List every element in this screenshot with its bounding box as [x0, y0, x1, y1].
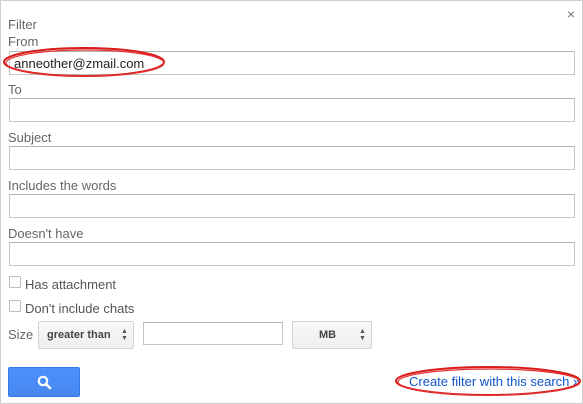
select-arrows-icon: ▲ ▼ — [121, 328, 128, 342]
from-label: From — [8, 34, 39, 49]
dont-include-chats-label: Don't include chats — [25, 301, 135, 316]
dont-include-chats-checkbox[interactable] — [9, 300, 21, 312]
size-label: Size — [8, 327, 34, 342]
to-input[interactable] — [9, 98, 575, 122]
size-value-input[interactable] — [143, 322, 283, 345]
from-input[interactable] — [9, 51, 575, 75]
size-unit-select[interactable]: MB ▲ ▼ — [292, 321, 372, 349]
filter-dialog: Filter × From To Subject Includes the wo… — [0, 0, 583, 404]
size-comparator-select[interactable]: greater than ▲ ▼ — [38, 321, 134, 349]
doesnt-have-input[interactable] — [9, 242, 575, 266]
subject-label: Subject — [8, 130, 52, 145]
dialog-title: Filter — [8, 17, 37, 32]
search-icon — [37, 375, 52, 390]
size-comparator-value: greater than — [47, 329, 111, 341]
has-attachment-checkbox[interactable] — [9, 276, 21, 288]
subject-input[interactable] — [9, 146, 575, 170]
doesnt-have-label: Doesn't have — [8, 226, 84, 241]
search-button[interactable] — [8, 367, 80, 397]
includes-words-label: Includes the words — [8, 178, 117, 193]
create-filter-link[interactable]: Create filter with this search » — [409, 374, 580, 389]
to-label: To — [8, 82, 22, 97]
select-arrows-icon: ▲ ▼ — [359, 328, 366, 342]
has-attachment-label: Has attachment — [25, 277, 117, 292]
size-unit-value: MB — [319, 329, 337, 341]
includes-words-input[interactable] — [9, 194, 575, 218]
close-icon[interactable]: × — [567, 7, 575, 21]
